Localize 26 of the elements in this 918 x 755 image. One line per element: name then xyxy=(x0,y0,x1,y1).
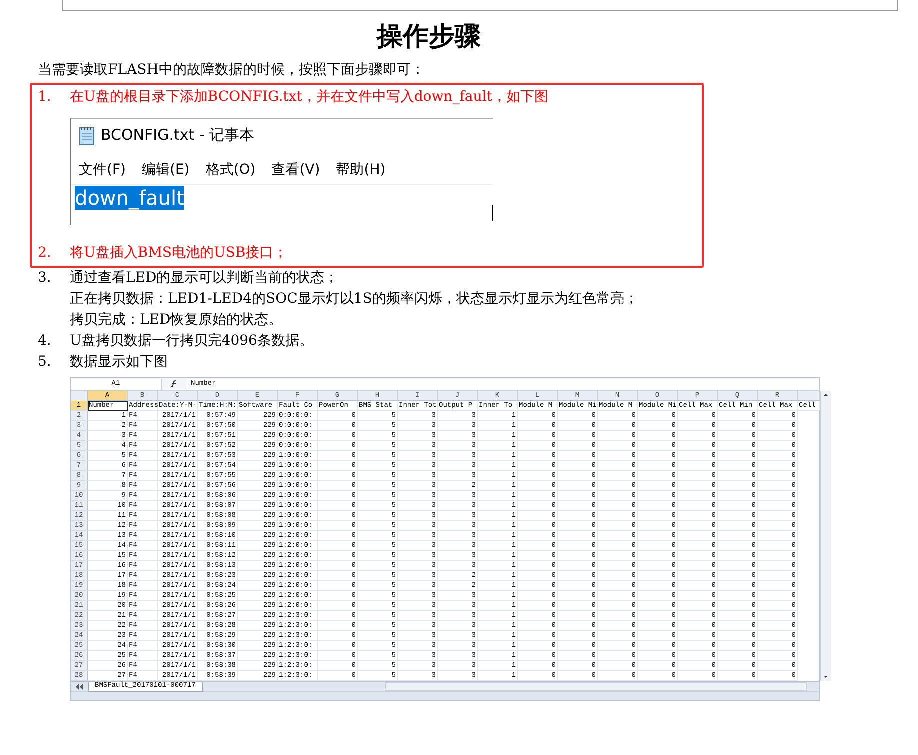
step-detail: 拷贝完成：LED恢复原始的状态。 xyxy=(70,312,283,328)
window-title: BCONFIG.txt - 记事本 xyxy=(101,125,255,146)
step-text: 将U盘插入BMS电池的USB接口； xyxy=(70,244,288,263)
step-number: 3. xyxy=(38,269,52,288)
document-title: 操作步骤 xyxy=(375,21,482,54)
vertical-scrollbar[interactable] xyxy=(820,391,831,681)
menu-item[interactable]: 文件(F) xyxy=(79,160,126,181)
step-text: U盘拷贝数据一行拷贝完4096条数据。 xyxy=(70,332,314,351)
menu-item[interactable]: 编辑(E) xyxy=(142,160,190,181)
step-number: 2. xyxy=(38,244,52,263)
notepad-icon xyxy=(79,126,95,146)
menu-item[interactable]: 查看(V) xyxy=(272,160,320,181)
horizontal-scrollbar[interactable] xyxy=(385,682,807,691)
intro-text: 当需要读取FLASH中的故障数据的时候，按照下面步骤即可： xyxy=(38,62,425,78)
menu-item[interactable]: 帮助(H) xyxy=(336,160,386,181)
text-caret xyxy=(492,205,493,221)
step-text: 数据显示如下图 xyxy=(70,353,168,372)
step-detail: 正在拷贝数据：LED1-LED4的SOC显示灯以1S的频率闪烁，状态显示灯显示为红色常亮； xyxy=(70,291,638,307)
menu-item[interactable]: 格式(O) xyxy=(206,160,256,181)
function-icon[interactable] xyxy=(170,380,179,388)
step-number: 1. xyxy=(38,88,52,107)
step-number: 4. xyxy=(38,332,52,351)
step-text: 通过查看LED的显示可以判断当前的状态； xyxy=(70,269,339,288)
step-text: 在U盘的根目录下添加BCONFIG.txt，并在文件中写入down_fault，如下图 xyxy=(70,88,548,107)
step-number: 5. xyxy=(38,353,52,372)
text-content: down_fault xyxy=(75,186,184,210)
